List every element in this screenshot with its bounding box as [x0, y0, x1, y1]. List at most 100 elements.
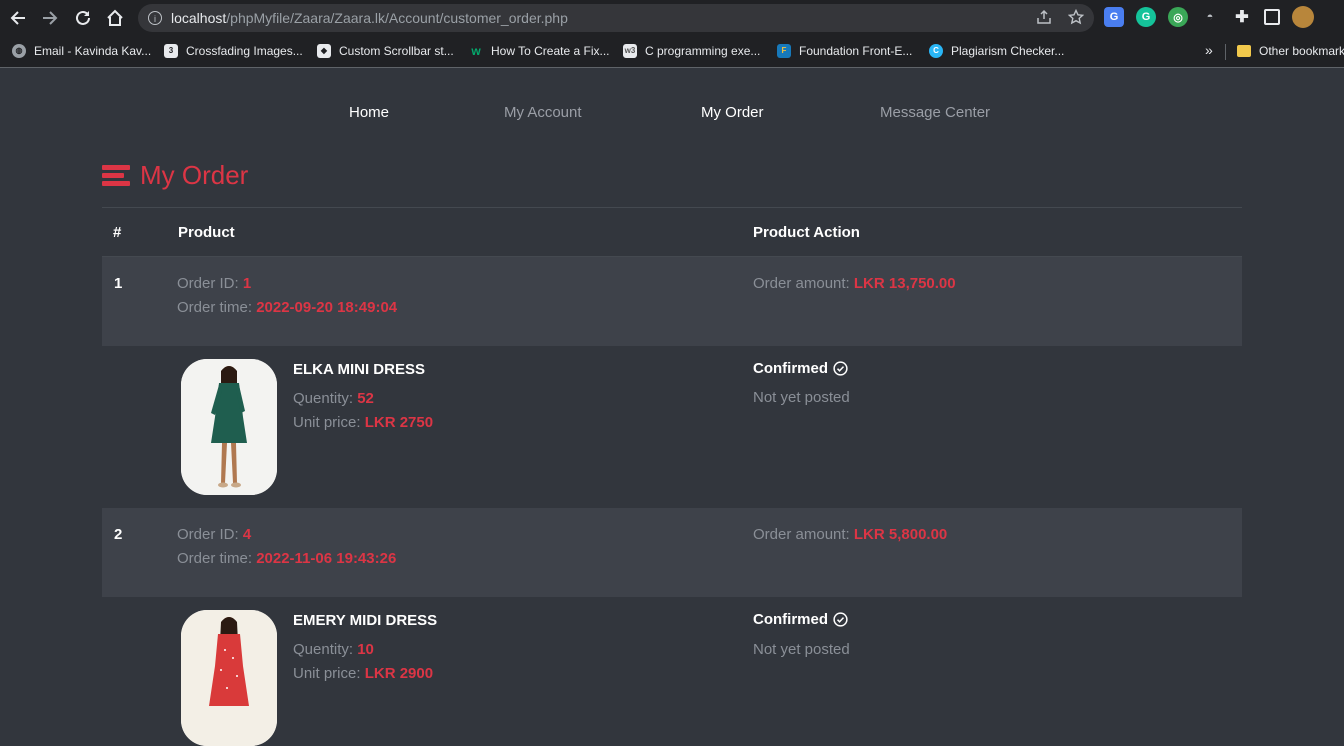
column-header-action: Product Action: [753, 224, 860, 241]
other-bookmarks-label: Other bookmarks: [1259, 44, 1344, 58]
other-bookmarks-folder[interactable]: Other bookmarks: [1237, 44, 1344, 58]
unit-price-label: Unit price:: [293, 665, 361, 682]
status-label: Confirmed: [753, 611, 828, 628]
order-summary-row: 1 Order ID: 1 Order time: 2022-09-20 18:…: [102, 257, 1242, 346]
order-amount-label: Order amount:: [753, 275, 850, 292]
check-circle-icon: [833, 612, 848, 627]
order-product-row: EMERY MIDI DRESS Quentity: 10 Unit price…: [102, 597, 1242, 746]
bookmark-item[interactable]: ◍ Email - Kavinda Kav...: [12, 44, 151, 58]
bookmark-divider: [1225, 44, 1226, 60]
share-icon[interactable]: [1036, 9, 1052, 25]
product-image[interactable]: [181, 359, 277, 495]
order-amount-value: LKR 5,800.00: [853, 526, 948, 543]
table-divider: [102, 207, 1242, 208]
order-amount-value: LKR 13,750.00: [853, 275, 956, 292]
nav-home[interactable]: Home: [349, 104, 389, 121]
address-bar[interactable]: i localhost/phpMyfile/Zaara/Zaara.lk/Acc…: [138, 4, 1094, 32]
product-quantity: Quentity: 10: [293, 641, 374, 658]
order-summary-row: 2 Order ID: 4 Order time: 2022-11-06 19:…: [102, 508, 1242, 597]
bookmark-label: Plagiarism Checker...: [951, 44, 1065, 58]
order-id: Order ID: 4: [177, 526, 251, 543]
bookmark-item[interactable]: C Plagiarism Checker...: [929, 44, 1064, 58]
dress-model-image: [181, 610, 277, 746]
unit-price-value: LKR 2900: [364, 665, 434, 682]
order-time-value: 2022-11-06 19:43:26: [256, 550, 397, 567]
bookmark-item[interactable]: ◆ Custom Scrollbar st...: [317, 44, 454, 58]
nav-message-center[interactable]: Message Center: [880, 104, 990, 121]
order-amount-label: Order amount:: [753, 526, 850, 543]
home-icon: [107, 9, 123, 26]
order-amount: Order amount: LKR 13,750.00: [753, 275, 956, 292]
google-translate-icon[interactable]: G: [1104, 7, 1124, 27]
bookmarks-bar: ◍ Email - Kavinda Kav... 3 Crossfading I…: [0, 36, 1344, 68]
order-id-value: 4: [242, 526, 252, 543]
w3schools-icon: w: [471, 44, 481, 58]
nav-my-order[interactable]: My Order: [701, 104, 764, 121]
order-id-label: Order ID:: [177, 526, 239, 543]
product-image[interactable]: [181, 610, 277, 746]
bookmark-label: How To Create a Fix...: [491, 44, 610, 58]
order-id-value: 1: [242, 275, 252, 292]
foundation-icon: F: [777, 44, 791, 58]
post-status: Not yet posted: [753, 389, 850, 406]
site-info-icon[interactable]: i: [148, 11, 162, 25]
page-header: My Order: [102, 160, 248, 191]
status-label: Confirmed: [753, 360, 828, 377]
extensions-area: G G ◎ ◓ ✚: [1104, 6, 1314, 28]
globe-icon: ◍: [12, 44, 26, 58]
quantity-label: Quentity:: [293, 390, 354, 407]
back-button[interactable]: [2, 0, 34, 36]
order-time-label: Order time:: [177, 299, 253, 316]
bookmark-label: Foundation Front-E...: [799, 44, 913, 58]
bookmark-item[interactable]: w3 C programming exe...: [623, 44, 760, 58]
bookmark-item[interactable]: 3 Crossfading Images...: [164, 44, 303, 58]
extensions-puzzle-icon[interactable]: ✚: [1232, 7, 1252, 27]
product-name: ELKA MINI DRESS: [293, 361, 425, 378]
bookmark-item[interactable]: w How To Create a Fix...: [469, 44, 610, 58]
order-status: Confirmed: [753, 611, 848, 628]
more-bookmarks-button[interactable]: »: [1205, 42, 1213, 58]
reading-list-icon[interactable]: [1264, 9, 1280, 25]
order-id-label: Order ID:: [177, 275, 239, 292]
check-circle-icon: [833, 361, 848, 376]
extension-dome-icon[interactable]: ◓: [1200, 7, 1220, 27]
unit-price-label: Unit price:: [293, 414, 361, 431]
grammarly-icon[interactable]: G: [1136, 7, 1156, 27]
order-time-value: 2022-09-20 18:49:04: [256, 299, 398, 316]
url-host: localhost: [171, 10, 227, 26]
order-time: Order time: 2022-09-20 18:49:04: [177, 299, 397, 316]
order-number: 1: [114, 275, 123, 292]
url-path: /phpMyfile/Zaara/Zaara.lk/Account/custom…: [226, 10, 568, 26]
order-number: 2: [114, 526, 123, 543]
product-unit-price: Unit price: LKR 2900: [293, 665, 433, 682]
order-time: Order time: 2022-11-06 19:43:26: [177, 550, 396, 567]
unit-price-value: LKR 2750: [364, 414, 434, 431]
url-text: localhost/phpMyfile/Zaara/Zaara.lk/Accou…: [171, 10, 568, 26]
column-header-number: #: [113, 224, 122, 241]
dress-model-image: [181, 359, 277, 495]
profile-avatar-icon[interactable]: [1292, 6, 1314, 28]
product-name: EMERY MIDI DRESS: [293, 612, 438, 629]
plagiarism-icon: C: [929, 44, 943, 58]
list-icon: [102, 164, 130, 188]
page-title: My Order: [140, 160, 249, 190]
bookmark-label: Custom Scrollbar st...: [339, 44, 454, 58]
w3resource-icon: w3: [623, 44, 637, 58]
forward-arrow-icon: [43, 11, 58, 25]
quantity-value: 10: [357, 641, 374, 658]
android-extension-icon[interactable]: ◎: [1168, 7, 1188, 27]
bookmark-label: Email - Kavinda Kav...: [34, 44, 152, 58]
forward-button[interactable]: [34, 0, 66, 36]
bookmark-star-icon[interactable]: [1068, 9, 1084, 25]
back-arrow-icon: [10, 11, 25, 25]
css3-icon: 3: [164, 44, 178, 58]
home-button[interactable]: [99, 0, 131, 36]
folder-icon: [1237, 45, 1251, 57]
nav-my-account[interactable]: My Account: [504, 104, 582, 121]
bookmark-item[interactable]: F Foundation Front-E...: [777, 44, 912, 58]
quantity-value: 52: [357, 390, 374, 407]
reload-button[interactable]: [67, 0, 99, 36]
order-id: Order ID: 1: [177, 275, 251, 292]
column-header-product: Product: [178, 224, 235, 241]
order-time-label: Order time:: [177, 550, 253, 567]
